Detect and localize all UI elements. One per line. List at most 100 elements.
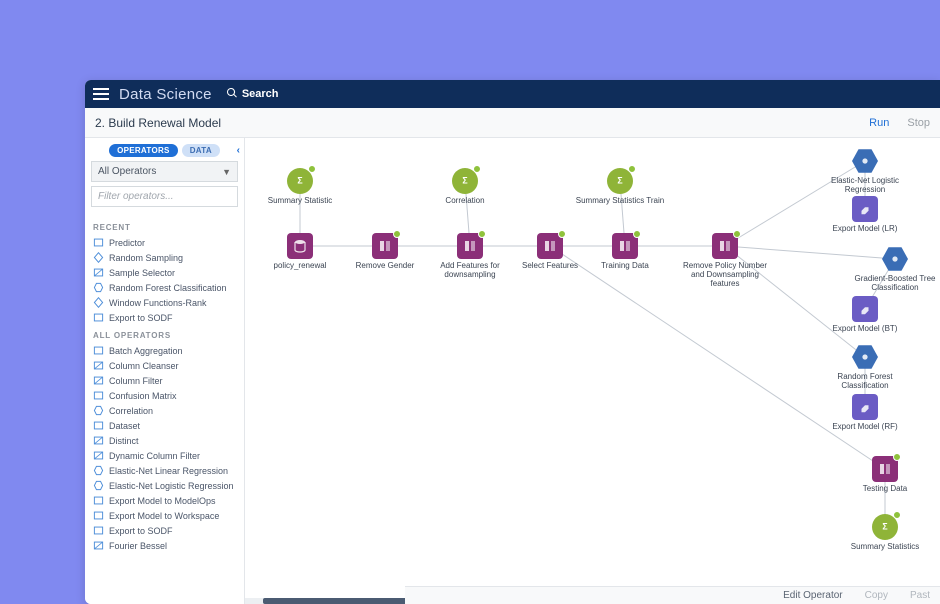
operator-item[interactable]: Elastic-Net Logistic Regression xyxy=(85,478,244,493)
operator-item-label: Column Filter xyxy=(109,376,163,386)
rectslash-icon xyxy=(93,360,104,371)
sidebar: OPERATORS DATA ‹ All Operators ▼ RECENT … xyxy=(85,138,245,604)
operator-item[interactable]: Elastic-Net Linear Regression xyxy=(85,463,244,478)
operator-item[interactable]: Random Sampling xyxy=(85,250,244,265)
node-corr[interactable]: Σ Correlation xyxy=(420,168,510,206)
hexo-icon xyxy=(93,282,104,293)
node-policy[interactable]: policy_renewal xyxy=(255,233,345,271)
rect-icon xyxy=(93,312,104,323)
operator-item[interactable]: Correlation xyxy=(85,403,244,418)
operator-item-label: Elastic-Net Logistic Regression xyxy=(109,481,234,491)
node-label: Export Model (BT) xyxy=(833,325,898,334)
node-testdata[interactable]: Testing Data xyxy=(840,456,930,494)
status-dot-icon xyxy=(308,165,316,173)
rect-icon xyxy=(93,345,104,356)
filter-operators-input[interactable] xyxy=(91,186,238,207)
node-sumstat[interactable]: ΣSummary Statistic xyxy=(255,168,345,206)
node-rfc[interactable]: Random Forest Classification xyxy=(820,344,910,391)
search-button[interactable]: Search xyxy=(226,87,279,102)
svg-text:Σ: Σ xyxy=(882,522,887,532)
operator-item[interactable]: Distinct xyxy=(85,433,244,448)
rect-icon xyxy=(93,495,104,506)
operator-item[interactable]: Export Model to ModelOps xyxy=(85,493,244,508)
subheader: 2. Build Renewal Model Run Stop xyxy=(85,108,940,138)
rect-icon xyxy=(93,420,104,431)
status-dot-icon xyxy=(558,230,566,238)
node-exlr[interactable]: Export Model (LR) xyxy=(820,196,910,234)
rectslash-icon xyxy=(93,267,104,278)
search-label: Search xyxy=(242,88,279,100)
node-label: Correlation xyxy=(445,197,484,206)
operator-item[interactable]: Sample Selector xyxy=(85,265,244,280)
operator-item[interactable]: Column Filter xyxy=(85,373,244,388)
node-label: Add Features for downsampling xyxy=(425,262,515,280)
rect-icon xyxy=(93,237,104,248)
node-traindata[interactable]: Training Data xyxy=(580,233,670,271)
operator-item[interactable]: Fourier Bessel xyxy=(85,538,244,553)
collapse-sidebar-icon[interactable]: ‹ xyxy=(237,145,240,156)
tab-data[interactable]: DATA xyxy=(182,144,220,157)
node-label: Remove Gender xyxy=(356,262,415,271)
node-gbt[interactable]: Gradient-Boosted Tree Classification xyxy=(850,246,940,293)
paste-link[interactable]: Past xyxy=(910,590,930,601)
operator-item-label: Fourier Bessel xyxy=(109,541,167,551)
operator-item[interactable]: Random Forest Classification xyxy=(85,280,244,295)
svg-text:Σ: Σ xyxy=(297,176,302,186)
edit-operator-link[interactable]: Edit Operator xyxy=(783,590,842,601)
operator-item-label: Window Functions-Rank xyxy=(109,298,207,308)
operator-item-label: Elastic-Net Linear Regression xyxy=(109,466,228,476)
node-label: Testing Data xyxy=(863,485,907,494)
operator-item[interactable]: Column Cleanser xyxy=(85,358,244,373)
operator-item-label: Distinct xyxy=(109,436,139,446)
operator-item[interactable]: Export to SODF xyxy=(85,310,244,325)
operator-item-label: Random Sampling xyxy=(109,253,183,263)
operator-list[interactable]: RECENT Predictor Random Sampling Sample Se… xyxy=(85,213,244,604)
node-enlr[interactable]: Elastic-Net Logistic Regression xyxy=(820,148,910,195)
hexo-icon xyxy=(93,465,104,476)
chevron-down-icon: ▼ xyxy=(222,167,231,177)
node-label: policy_renewal xyxy=(274,262,327,271)
node-label: Gradient-Boosted Tree Classification xyxy=(850,275,940,293)
status-dot-icon xyxy=(893,453,901,461)
node-label: Summary Statistics Train xyxy=(576,197,664,206)
section-recent: RECENT xyxy=(85,217,244,235)
copy-link[interactable]: Copy xyxy=(865,590,888,601)
operator-item[interactable]: Confusion Matrix xyxy=(85,388,244,403)
node-removegender[interactable]: Remove Gender xyxy=(340,233,430,271)
rectslash-icon xyxy=(93,375,104,386)
operator-item[interactable]: Dataset xyxy=(85,418,244,433)
rect-icon xyxy=(93,510,104,521)
node-label: Remove Policy Number and Downsampling fe… xyxy=(680,262,770,288)
run-button[interactable]: Run xyxy=(869,117,889,129)
status-dot-icon xyxy=(628,165,636,173)
stop-button[interactable]: Stop xyxy=(907,117,930,129)
node-label: Select Features xyxy=(522,262,578,271)
operator-item[interactable]: Batch Aggregation xyxy=(85,343,244,358)
operator-item-label: Batch Aggregation xyxy=(109,346,183,356)
all-operators-label: All Operators xyxy=(98,166,156,177)
node-label: Export Model (LR) xyxy=(833,225,898,234)
node-sumstats2[interactable]: ΣSummary Statistics xyxy=(840,514,930,552)
node-addfeat[interactable]: Add Features for downsampling xyxy=(425,233,515,280)
node-exbt[interactable]: Export Model (BT) xyxy=(820,296,910,334)
operator-item[interactable]: Predictor xyxy=(85,235,244,250)
node-label: Random Forest Classification xyxy=(820,373,910,391)
operator-item-label: Export to SODF xyxy=(109,313,173,323)
hamburger-icon[interactable] xyxy=(93,88,109,100)
status-dot-icon xyxy=(633,230,641,238)
operator-item-label: Export Model to Workspace xyxy=(109,511,219,521)
svg-text:Σ: Σ xyxy=(462,176,467,186)
operator-item[interactable]: Window Functions-Rank xyxy=(85,295,244,310)
status-dot-icon xyxy=(478,230,486,238)
node-removepol[interactable]: Remove Policy Number and Downsampling fe… xyxy=(680,233,770,288)
search-icon xyxy=(226,87,238,102)
operator-item-label: Dataset xyxy=(109,421,140,431)
workflow-canvas[interactable]: ΣSummary StatisticΣCorrelationΣSummary S… xyxy=(245,138,940,604)
all-operators-dropdown[interactable]: All Operators ▼ xyxy=(91,161,238,182)
operator-item[interactable]: Dynamic Column Filter xyxy=(85,448,244,463)
node-sumtrain[interactable]: ΣSummary Statistics Train xyxy=(575,168,665,206)
tab-operators[interactable]: OPERATORS xyxy=(109,144,178,157)
operator-item[interactable]: Export to SODF xyxy=(85,523,244,538)
operator-item[interactable]: Export Model to Workspace xyxy=(85,508,244,523)
node-exrf[interactable]: Export Model (RF) xyxy=(820,394,910,432)
